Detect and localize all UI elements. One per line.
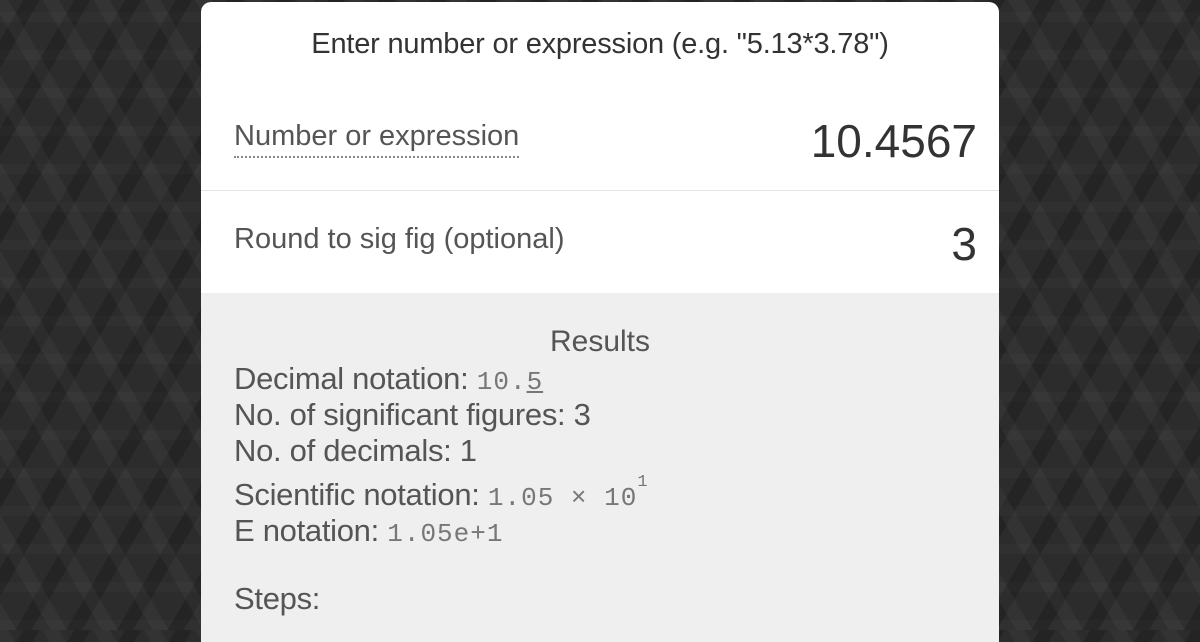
sigfig-label: Round to sig fig (optional) [234, 223, 565, 255]
number-label: Number or expression [234, 120, 520, 158]
decimals-value: 1 [459, 433, 477, 468]
sig-figs-label: No. of significant figures: [234, 397, 566, 432]
decimal-notation-value: 10.5 [477, 367, 543, 397]
results-panel: Results Decimal notation: 10.5 No. of si… [201, 293, 999, 642]
results-title: Results [549, 325, 651, 358]
scientific-exponent: 1 [637, 473, 649, 492]
number-row: Number or expression [201, 90, 999, 191]
scientific-notation-label: Scientific notation: [234, 477, 480, 512]
sigfig-row: Round to sig fig (optional) [201, 191, 999, 292]
decimal-notation-label: Decimal notation: [234, 361, 469, 396]
scientific-notation-line: Scientific notation: 1.05 × 101 [234, 473, 649, 513]
e-notation-value: 1.05e+1 [387, 519, 504, 549]
decimal-notation-line: Decimal notation: 10.5 [234, 361, 543, 397]
decimal-value-underlined-digit: 5 [526, 367, 544, 397]
calculator-card: Enter number or expression (e.g. "5.13*3… [201, 2, 999, 642]
scientific-notation-value: 1.05 × 101 [487, 473, 649, 513]
decimals-line: No. of decimals: 1 [234, 433, 477, 469]
scientific-mantissa: 1.05 × 10 [487, 483, 638, 513]
e-notation-label: E notation: [234, 513, 379, 548]
sig-figs-value: 3 [573, 397, 591, 432]
instructions-heading: Enter number or expression (e.g. "5.13*3… [311, 28, 889, 60]
decimals-label: No. of decimals: [234, 433, 452, 468]
steps-label: Steps: [234, 581, 321, 616]
e-notation-line: E notation: 1.05e+1 [234, 513, 503, 549]
sig-figs-line: No. of significant figures: 3 [234, 397, 591, 433]
number-input[interactable] [617, 114, 977, 168]
sigfig-input[interactable] [617, 217, 977, 271]
decimal-value-prefix: 10. [476, 367, 527, 397]
